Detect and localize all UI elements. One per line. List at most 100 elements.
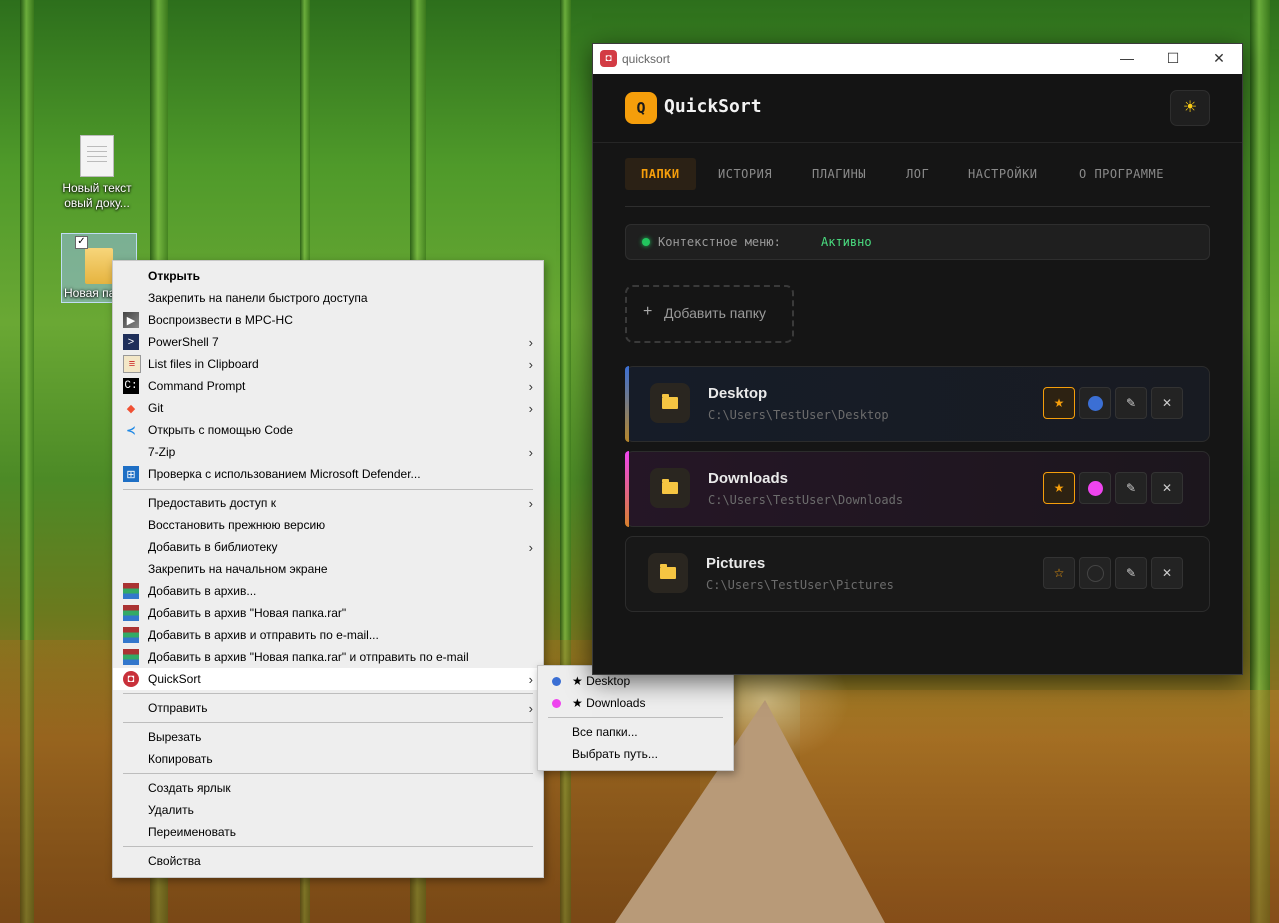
folder-name: Pictures [706, 555, 766, 572]
folder-icon [85, 248, 113, 284]
mpc-hc-icon: ▶ [123, 312, 139, 328]
folder-card-downloads[interactable]: Downloads C:\Users\TestUser\Downloads ★ … [625, 451, 1210, 527]
menu-item-add-to-library[interactable]: Добавить в библиотеку › [113, 536, 543, 558]
app-name: QuickSort [664, 96, 762, 117]
chevron-right-icon: › [528, 444, 533, 460]
menu-item-git[interactable]: ◆ Git › [113, 397, 543, 419]
tab-history[interactable]: ИСТОРИЯ [702, 158, 788, 190]
quicksort-submenu: ★ Desktop ★ Downloads Все папки... Выбра… [537, 665, 734, 771]
tab-log[interactable]: ЛОГ [890, 158, 945, 190]
star-icon: ★ [1053, 481, 1065, 495]
menu-item-defender-scan[interactable]: ⊞ Проверка с использованием Microsoft De… [113, 463, 543, 485]
edit-button[interactable]: ✎ [1115, 557, 1147, 589]
menu-item-archive-email[interactable]: Добавить в архив и отправить по e-mail..… [113, 624, 543, 646]
color-picker-button[interactable] [1079, 472, 1111, 504]
color-swatch-icon [1086, 565, 1104, 583]
menu-item-label: Восстановить прежнюю версию [148, 518, 326, 532]
menu-item-label: Копировать [148, 752, 213, 766]
winrar-icon [123, 649, 139, 665]
close-icon: ✕ [1161, 396, 1173, 410]
submenu-item-label: ★ Desktop [572, 674, 631, 688]
folder-path: C:\Users\TestUser\Downloads [708, 493, 904, 507]
menu-item-restore-version[interactable]: Восстановить прежнюю версию [113, 514, 543, 536]
sun-icon: ☀ [1182, 99, 1198, 116]
menu-item-label: Предоставить доступ к [148, 496, 276, 510]
submenu-item-choose-path[interactable]: Выбрать путь... [538, 743, 733, 765]
menu-item-label: Создать ярлык [148, 781, 231, 795]
menu-item-powershell[interactable]: > PowerShell 7 › [113, 331, 543, 353]
menu-item-label: Воспроизвести в MPC-HC [148, 313, 293, 327]
menu-item-label: List files in Clipboard [148, 357, 259, 371]
color-picker-button[interactable] [1079, 387, 1111, 419]
remove-button[interactable]: ✕ [1151, 472, 1183, 504]
window-title: quicksort [622, 52, 671, 66]
menu-item-command-prompt[interactable]: C: Command Prompt › [113, 375, 543, 397]
menu-item-list-files[interactable]: ≡ List files in Clipboard › [113, 353, 543, 375]
color-swatch-icon [1087, 396, 1103, 412]
menu-item-open[interactable]: Открыть [113, 265, 543, 287]
menu-item-create-shortcut[interactable]: Создать ярлык [113, 777, 543, 799]
chevron-right-icon: › [528, 378, 533, 394]
theme-toggle-button[interactable]: ☀ [1170, 90, 1210, 126]
remove-button[interactable]: ✕ [1151, 387, 1183, 419]
edit-button[interactable]: ✎ [1115, 387, 1147, 419]
git-icon: ◆ [126, 402, 136, 415]
menu-separator [548, 717, 723, 718]
favorite-button[interactable]: ☆ [1043, 557, 1075, 589]
edit-button[interactable]: ✎ [1115, 472, 1147, 504]
close-icon: ✕ [1161, 566, 1173, 580]
menu-item-give-access[interactable]: Предоставить доступ к › [113, 492, 543, 514]
menu-item-7zip[interactable]: 7-Zip › [113, 441, 543, 463]
window-titlebar[interactable]: ◘ quicksort — ☐ ✕ [593, 44, 1242, 74]
selection-checkbox[interactable]: ✓ [75, 236, 88, 249]
menu-item-label: Свойства [148, 854, 201, 868]
color-swatch-icon [1087, 481, 1103, 497]
submenu-item-downloads[interactable]: ★ Downloads [538, 692, 733, 714]
submenu-item-all-folders[interactable]: Все папки... [538, 721, 733, 743]
menu-item-rar-email[interactable]: Добавить в архив "Новая папка.rar" и отп… [113, 646, 543, 668]
color-picker-button[interactable] [1079, 557, 1111, 589]
remove-button[interactable]: ✕ [1151, 557, 1183, 589]
menu-item-quicksort[interactable]: ◘ QuickSort › [113, 668, 543, 690]
folder-card-desktop[interactable]: Desktop C:\Users\TestUser\Desktop ★ ✎ ✕ [625, 366, 1210, 442]
menu-item-add-to-rar[interactable]: Добавить в архив "Новая папка.rar" [113, 602, 543, 624]
context-menu-status: Контекстное меню: Активно [625, 224, 1210, 260]
folder-name: Downloads [708, 470, 789, 487]
add-folder-button[interactable]: + Добавить папку [625, 285, 794, 343]
favorite-button[interactable]: ★ [1043, 472, 1075, 504]
menu-item-properties[interactable]: Свойства [113, 850, 543, 872]
menu-item-pin-start[interactable]: Закрепить на начальном экране [113, 558, 543, 580]
menu-item-delete[interactable]: Удалить [113, 799, 543, 821]
close-button[interactable]: ✕ [1196, 44, 1242, 74]
menu-item-label: Удалить [148, 803, 194, 817]
app-header: Q QuickSort ☀ [593, 74, 1242, 143]
menu-item-play-mpc-hc[interactable]: ▶ Воспроизвести в MPC-HC [113, 309, 543, 331]
menu-item-open-with-code[interactable]: ≺ Открыть с помощью Code [113, 419, 543, 441]
add-folder-label: Добавить папку [664, 305, 766, 321]
tab-bar: ПАПКИ ИСТОРИЯ ПЛАГИНЫ ЛОГ НАСТРОЙКИ О ПР… [625, 158, 1210, 207]
quicksort-icon: ◘ [123, 671, 139, 687]
desktop-icon-text-document[interactable]: Новый текст овый доку... [59, 135, 135, 211]
chevron-right-icon: › [528, 539, 533, 555]
app-content: Q QuickSort ☀ ПАПКИ ИСТОРИЯ ПЛАГИНЫ ЛОГ … [593, 74, 1242, 674]
menu-item-send-to[interactable]: Отправить › [113, 697, 543, 719]
card-accent [625, 451, 629, 527]
tab-plugins[interactable]: ПЛАГИНЫ [796, 158, 882, 190]
menu-item-cut[interactable]: Вырезать [113, 726, 543, 748]
tab-settings[interactable]: НАСТРОЙКИ [952, 158, 1054, 190]
favorite-button[interactable]: ★ [1043, 387, 1075, 419]
submenu-item-label: Выбрать путь... [572, 747, 658, 761]
menu-item-copy[interactable]: Копировать [113, 748, 543, 770]
status-label: Контекстное меню: [658, 235, 781, 249]
minimize-button[interactable]: — [1104, 44, 1150, 74]
tab-folders[interactable]: ПАПКИ [625, 158, 696, 190]
menu-item-pin-quick-access[interactable]: Закрепить на панели быстрого доступа [113, 287, 543, 309]
defender-shield-icon: ⊞ [123, 466, 139, 482]
folder-card-pictures[interactable]: Pictures C:\Users\TestUser\Pictures ☆ ✎ … [625, 536, 1210, 612]
menu-item-rename[interactable]: Переименовать [113, 821, 543, 843]
maximize-button[interactable]: ☐ [1150, 44, 1196, 74]
tab-about[interactable]: О ПРОГРАММЕ [1063, 158, 1180, 190]
chevron-right-icon: › [528, 700, 533, 716]
menu-item-add-to-archive[interactable]: Добавить в архив... [113, 580, 543, 602]
menu-item-label: Открыть с помощью Code [148, 423, 294, 437]
